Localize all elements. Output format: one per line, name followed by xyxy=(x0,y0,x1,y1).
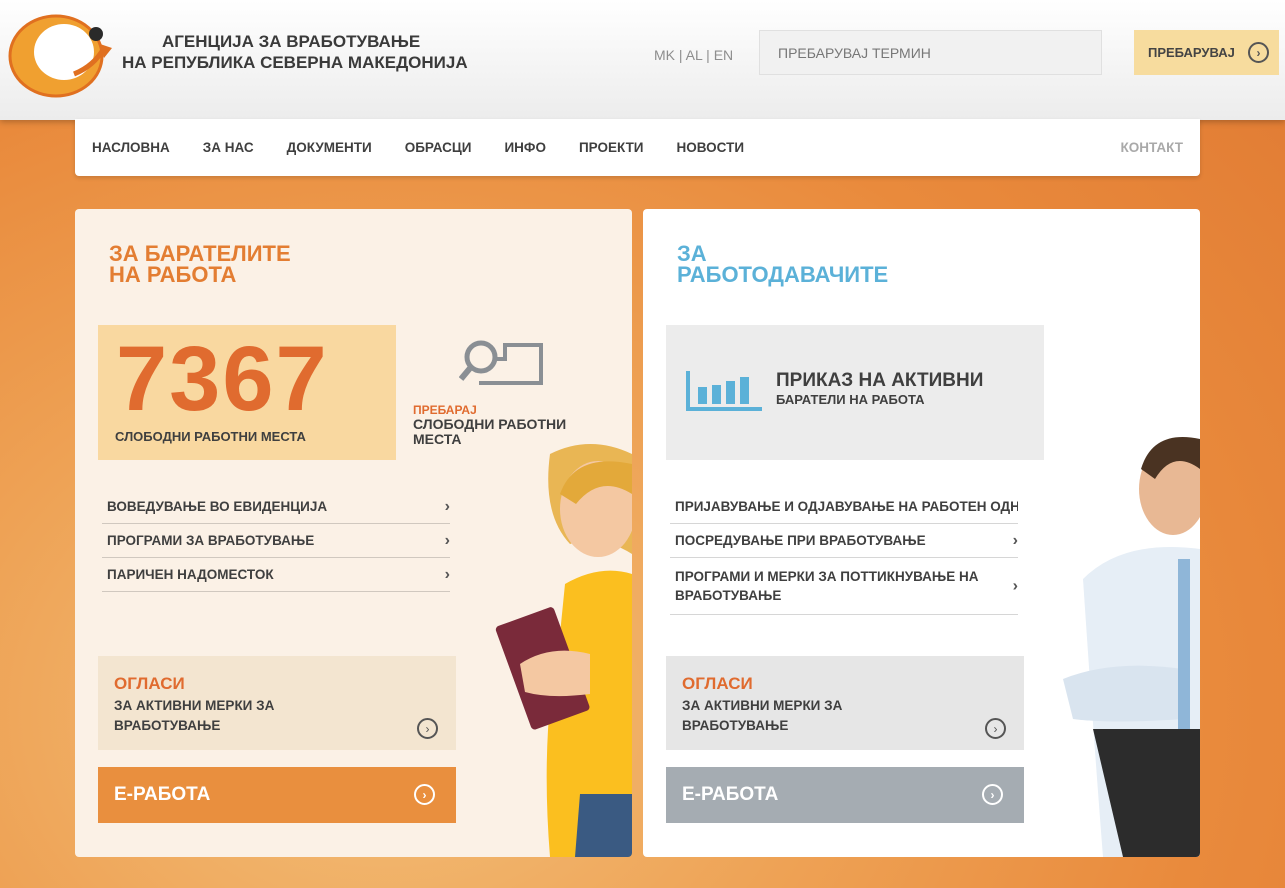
agency-name: АГЕНЦИЈА ЗА ВРАБОТУВАЊЕ НА РЕПУБЛИКА СЕВ… xyxy=(122,31,468,73)
chevron-right-icon: › xyxy=(1012,531,1018,549)
nav-item-documents[interactable]: ДОКУМЕНТИ xyxy=(287,140,372,155)
job-seekers-title-line2: НА РАБОТА xyxy=(109,262,237,287)
nav-item-home[interactable]: НАСЛОВНА xyxy=(92,140,170,155)
nav-item-about[interactable]: ЗА НАС xyxy=(203,140,254,155)
search-button[interactable]: ПРЕБАРУВАЈ › xyxy=(1134,30,1279,75)
vacancy-count-label: СЛОБОДНИ РАБОТНИ МЕСТА xyxy=(115,429,306,444)
vacancy-count-box[interactable]: 7367 СЛОБОДНИ РАБОТНИ МЕСТА xyxy=(98,325,396,460)
link-register-employment[interactable]: ПРИЈАВУВАЊЕ И ОДЈАВУВАЊЕ НА РАБОТЕН ОДНО… xyxy=(670,490,1018,524)
job-seekers-title-line1: ЗА БАРАТЕЛИТЕ xyxy=(109,241,291,266)
ads-title: ОГЛАСИ xyxy=(682,674,753,693)
job-seekers-links: ВОВЕДУВАЊЕ ВО ЕВИДЕНЦИЈА › ПРОГРАМИ ЗА В… xyxy=(102,490,450,592)
job-seekers-title: ЗА БАРАТЕЛИТЕ НА РАБОТА xyxy=(109,241,291,287)
active-seekers-title: ПРИКАЗ НА АКТИВНИ xyxy=(776,370,984,391)
nav-item-forms[interactable]: ОБРАСЦИ xyxy=(405,140,472,155)
agency-name-line2: НА РЕПУБЛИКА СЕВЕРНА МАКЕДОНИЈА xyxy=(122,53,468,72)
lang-mk[interactable]: MK xyxy=(654,47,675,63)
lang-separator: | xyxy=(678,47,683,63)
arrow-circle-icon: › xyxy=(1248,42,1269,63)
e-rabota-label: Е-РАБОТА xyxy=(682,784,779,805)
chevron-right-icon: › xyxy=(444,531,450,549)
search-button-label: ПРЕБАРУВАЈ xyxy=(1148,45,1235,60)
link-mediation[interactable]: ПОСРЕДУВАЊЕ ПРИ ВРАБОТУВАЊЕ › xyxy=(670,524,1018,558)
nav-item-contact[interactable]: КОНТАКТ xyxy=(1121,140,1183,155)
e-rabota-label: Е-РАБОТА xyxy=(114,784,211,805)
nav-item-projects[interactable]: ПРОЕКТИ xyxy=(579,140,644,155)
link-cash-benefit-label: ПАРИЧЕН НАДОМЕСТОК xyxy=(107,567,274,582)
employers-title-line2: РАБОТОДАВАЧИТЕ xyxy=(677,262,889,287)
lang-en[interactable]: EN xyxy=(714,47,733,63)
link-incentive-programs[interactable]: ПРОГРАМИ И МЕРКИ ЗА ПОТТИКНУВАЊЕ НА ВРАБ… xyxy=(670,558,1018,615)
search-jobs-label: ПРЕБАРАЈ xyxy=(413,403,477,417)
lang-separator: | xyxy=(706,47,710,63)
nav-item-info[interactable]: ИНФО xyxy=(504,140,545,155)
link-mediation-label: ПОСРЕДУВАЊЕ ПРИ ВРАБОТУВАЊЕ xyxy=(675,533,926,548)
site-header: АГЕНЦИЈА ЗА ВРАБОТУВАЊЕ НА РЕПУБЛИКА СЕВ… xyxy=(0,0,1285,120)
chevron-right-icon: › xyxy=(444,565,450,583)
ads-subtitle-line1: ЗА АКТИВНИ МЕРКИ ЗА xyxy=(682,698,843,713)
businessman-image xyxy=(1063,437,1200,857)
arrow-circle-icon: › xyxy=(985,718,1006,739)
nav-item-news[interactable]: НОВОСТИ xyxy=(677,140,745,155)
e-rabota-button[interactable]: Е-РАБОТА › xyxy=(666,767,1024,823)
employers-panel: ЗА РАБОТОДАВАЧИТЕ ПРИКАЗ НА АКТИВНИ БАРА… xyxy=(643,209,1200,857)
search-placeholder: ПРЕБАРУВАЈ ТЕРМИН xyxy=(778,44,931,61)
ads-subtitle-line2: ВРАБОТУВАЊЕ xyxy=(682,718,789,733)
chevron-right-icon: › xyxy=(1012,577,1018,595)
employers-title: ЗА РАБОТОДАВАЧИТЕ xyxy=(677,241,889,287)
lang-al[interactable]: AL xyxy=(686,47,703,63)
arrow-circle-icon: › xyxy=(414,784,435,805)
ads-box[interactable]: ОГЛАСИ ЗА АКТИВНИ МЕРКИ ЗА ВРАБОТУВАЊЕ › xyxy=(98,656,456,750)
link-registration-label: ВОВЕДУВАЊЕ ВО ЕВИДЕНЦИЈА xyxy=(107,499,328,514)
bar-chart-icon xyxy=(686,371,762,411)
link-registration[interactable]: ВОВЕДУВАЊЕ ВО ЕВИДЕНЦИЈА › xyxy=(102,490,450,524)
job-seekers-panel: ЗА БАРАТЕЛИТЕ НА РАБОТА 7367 СЛОБОДНИ РА… xyxy=(75,209,632,857)
link-incentive-programs-label: ПРОГРАМИ И МЕРКИ ЗА ПОТТИКНУВАЊЕ НА ВРАБ… xyxy=(675,569,979,603)
agency-logo-icon[interactable] xyxy=(4,4,120,100)
link-register-employment-label: ПРИЈАВУВАЊЕ И ОДЈАВУВАЊЕ НА РАБОТЕН ОДНО… xyxy=(675,499,1018,514)
ads-subtitle-line2: ВРАБОТУВАЊЕ xyxy=(114,718,221,733)
woman-with-book-image xyxy=(495,444,632,857)
search-jobs-line1: СЛОБОДНИ РАБОТНИ xyxy=(413,416,567,432)
chevron-right-icon: › xyxy=(444,497,450,515)
active-seekers-subtitle: БАРАТЕЛИ НА РАБОТА xyxy=(776,392,925,407)
search-jobs-icon[interactable] xyxy=(459,335,549,391)
employers-links: ПРИЈАВУВАЊЕ И ОДЈАВУВАЊЕ НА РАБОТЕН ОДНО… xyxy=(670,490,1018,615)
link-cash-benefit[interactable]: ПАРИЧЕН НАДОМЕСТОК › xyxy=(102,558,450,592)
e-rabota-button[interactable]: Е-РАБОТА › xyxy=(98,767,456,823)
arrow-circle-icon: › xyxy=(417,718,438,739)
ads-box[interactable]: ОГЛАСИ ЗА АКТИВНИ МЕРКИ ЗА ВРАБОТУВАЊЕ › xyxy=(666,656,1024,750)
employers-title-line1: ЗА xyxy=(677,241,707,266)
link-employment-programs-label: ПРОГРАМИ ЗА ВРАБОТУВАЊЕ xyxy=(107,533,315,548)
language-switcher: MK | AL | EN xyxy=(654,47,733,63)
arrow-circle-icon: › xyxy=(982,784,1003,805)
link-employment-programs[interactable]: ПРОГРАМИ ЗА ВРАБОТУВАЊЕ › xyxy=(102,524,450,558)
vacancy-count: 7367 xyxy=(116,328,329,430)
ads-subtitle-line1: ЗА АКТИВНИ МЕРКИ ЗА xyxy=(114,698,275,713)
ads-title: ОГЛАСИ xyxy=(114,674,185,693)
agency-name-line1: АГЕНЦИЈА ЗА ВРАБОТУВАЊЕ xyxy=(162,32,421,51)
active-seekers-box[interactable]: ПРИКАЗ НА АКТИВНИ БАРАТЕЛИ НА РАБОТА xyxy=(666,325,1044,460)
search-input[interactable]: ПРЕБАРУВАЈ ТЕРМИН xyxy=(759,30,1102,75)
main-navigation: НАСЛОВНА ЗА НАС ДОКУМЕНТИ ОБРАСЦИ ИНФО П… xyxy=(75,119,1200,176)
